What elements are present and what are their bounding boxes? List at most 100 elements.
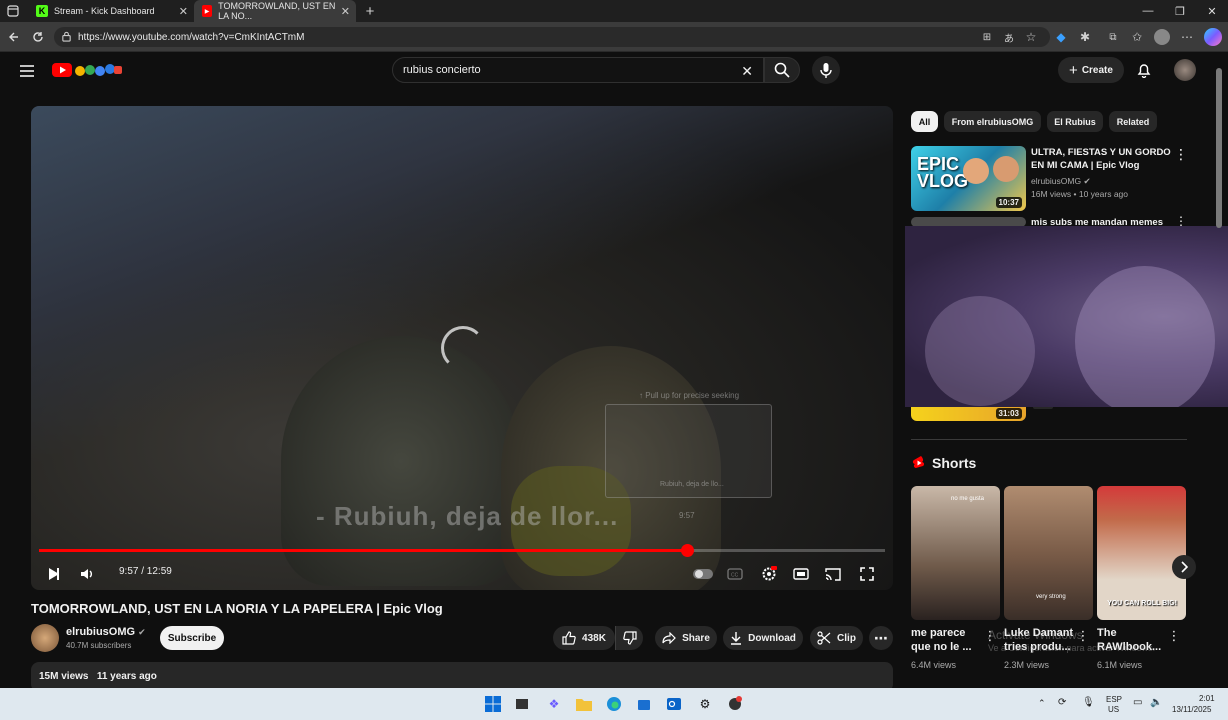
page-scrollbar[interactable] [1216,60,1222,680]
seek-preview-time: 9:57 [679,511,695,520]
scrollbar-thumb[interactable] [1216,68,1222,228]
scrubber-handle[interactable] [681,544,695,557]
tray-overflow-icon[interactable]: ⌃ [1038,698,1046,709]
progress-bar[interactable] [39,544,885,557]
shorts-next-button[interactable] [1172,555,1196,579]
voice-search-button[interactable] [812,56,840,84]
refresh-icon[interactable] [30,29,46,45]
related-thumbnail[interactable]: EPIC VLOG 10:37 [911,146,1026,211]
create-button[interactable]: + Create [1058,57,1124,83]
related-title[interactable]: ULTRA, FIESTAS Y UN GORDO EN MI CAMA | E… [1031,146,1171,172]
window-close-icon[interactable]: ✕ [1196,0,1228,22]
short-thumbnail[interactable]: no me gusta [911,486,1000,620]
clock-date[interactable]: 13/11/2025 [1172,705,1211,714]
subscriber-count: 40.7M subscribers [66,641,132,650]
share-label: Share [682,632,710,644]
restore-icon[interactable]: ❐ [1164,0,1196,22]
network-icon[interactable]: ▭ [1133,697,1142,708]
more-vertical-icon[interactable]: ⋮ [1168,628,1181,644]
tab-kick-dashboard[interactable]: K Stream - Kick Dashboard ✕ [28,0,194,22]
fullscreen-button[interactable] [857,564,877,584]
progress-fill [39,549,688,552]
translate-icon[interactable]: あ [1002,30,1016,45]
related-channel[interactable]: elrubiusOMG ✔ [1031,176,1091,187]
chip-all[interactable]: All [911,111,938,132]
back-icon[interactable] [6,29,22,45]
copilot-taskbar-icon[interactable]: ❖ [545,696,563,712]
task-view-icon[interactable] [513,696,531,712]
chip-related[interactable]: Related [1109,111,1157,132]
captions-button[interactable]: CC [725,564,745,584]
store-icon[interactable] [635,696,653,712]
new-tab-icon[interactable]: + [362,3,378,20]
extensions-icon[interactable]: ✱ [1078,30,1092,44]
url-input[interactable]: https://www.youtube.com/watch?v=CmKIntAC… [54,27,1050,47]
related-title[interactable]: mis subs me mandan memes [1031,216,1171,226]
clear-search-icon[interactable]: ✕ [741,63,753,80]
more-vertical-icon[interactable]: ⋮ [1174,146,1188,162]
minimize-icon[interactable]: — [1132,0,1164,22]
tab-youtube-video[interactable]: ▶ TOMORROWLAND, UST EN LA NO... ✕ [194,0,356,22]
favorite-star-icon[interactable]: ☆ [1024,30,1038,44]
short-views: 6.1M views [1097,660,1143,670]
close-icon[interactable]: ✕ [179,5,188,18]
start-icon[interactable] [484,696,502,712]
tray-sync-icon[interactable]: ⟳ [1058,697,1066,708]
menu-icon[interactable] [19,63,35,79]
tab-label: Stream - Kick Dashboard [54,6,155,16]
windows-taskbar: ❖ ⚙ ⌃ ⟳ 🎙 ESP US ▭ 🔈 2:01 13/11/2025 [0,688,1228,720]
copilot-icon[interactable] [1204,28,1222,46]
chip-from-channel[interactable]: From elrubiusOMG [944,111,1041,132]
tray-microphone-icon[interactable]: 🎙 [1082,697,1095,708]
channel-avatar[interactable] [31,624,59,652]
address-bar: https://www.youtube.com/watch?v=CmKIntAC… [0,22,1228,52]
more-vertical-icon[interactable]: ⋮ [1174,216,1188,226]
cast-button[interactable] [823,564,843,584]
download-button[interactable]: Download [723,626,803,650]
app-taskbar-icon[interactable] [726,696,744,712]
language-code[interactable]: ESP [1106,695,1122,704]
thumbnail-face [963,158,989,184]
profile-icon[interactable] [1154,29,1170,45]
short-thumbnail[interactable]: very strong [1004,486,1093,620]
settings-button[interactable] [759,564,779,584]
more-menu-icon[interactable]: ⋯ [1180,30,1194,44]
volume-button[interactable] [79,564,97,584]
clip-label: Clip [837,632,856,644]
more-actions-button[interactable]: ⋯ [869,626,893,650]
like-button[interactable]: 438K [553,626,615,650]
split-screen-icon[interactable]: ⧉ [1106,30,1120,44]
theater-mode-button[interactable] [791,564,811,584]
chip-el-rubius[interactable]: El Rubius [1047,111,1103,132]
edge-browser-icon[interactable] [605,696,623,712]
channel-name[interactable]: elrubiusOMG ✔ [66,626,146,638]
app-available-icon[interactable]: ⊞ [980,30,994,44]
site-info-icon[interactable] [61,31,72,42]
cast-icon [825,567,841,581]
play-button[interactable] [45,564,63,584]
favorites-icon[interactable]: ✩ [1130,30,1144,44]
subscribe-button[interactable]: Subscribe [160,626,224,650]
tab-actions-icon[interactable] [6,4,20,18]
clip-button[interactable]: Clip [810,626,863,650]
youtube-logo[interactable] [52,61,122,79]
settings-taskbar-icon[interactable]: ⚙ [696,696,714,712]
notifications-bell-icon[interactable] [1135,61,1153,79]
close-icon[interactable]: ✕ [341,5,350,18]
search-button[interactable] [764,57,800,83]
video-player[interactable]: - Rubiuh, deja de llor... ↑ Pull up for … [31,106,893,590]
dislike-button[interactable] [615,626,643,650]
keyboard-region[interactable]: US [1108,705,1119,714]
search-input[interactable]: rubius concierto ✕ [392,57,764,83]
account-avatar[interactable] [1174,59,1196,81]
share-button[interactable]: Share [655,626,717,650]
outlook-icon[interactable] [665,696,683,712]
extension-shield-icon[interactable]: ◆ [1054,30,1068,44]
short-title[interactable]: me parece que no le ... [911,626,991,654]
chevron-right-icon [1181,561,1188,573]
short-thumbnail[interactable]: YOU CAN ROLL BIG! [1097,486,1186,620]
clock-time[interactable]: 2:01 [1199,694,1215,703]
speaker-icon[interactable]: 🔈 [1150,697,1162,708]
autoplay-toggle[interactable] [691,564,715,584]
file-explorer-icon[interactable] [575,696,593,712]
